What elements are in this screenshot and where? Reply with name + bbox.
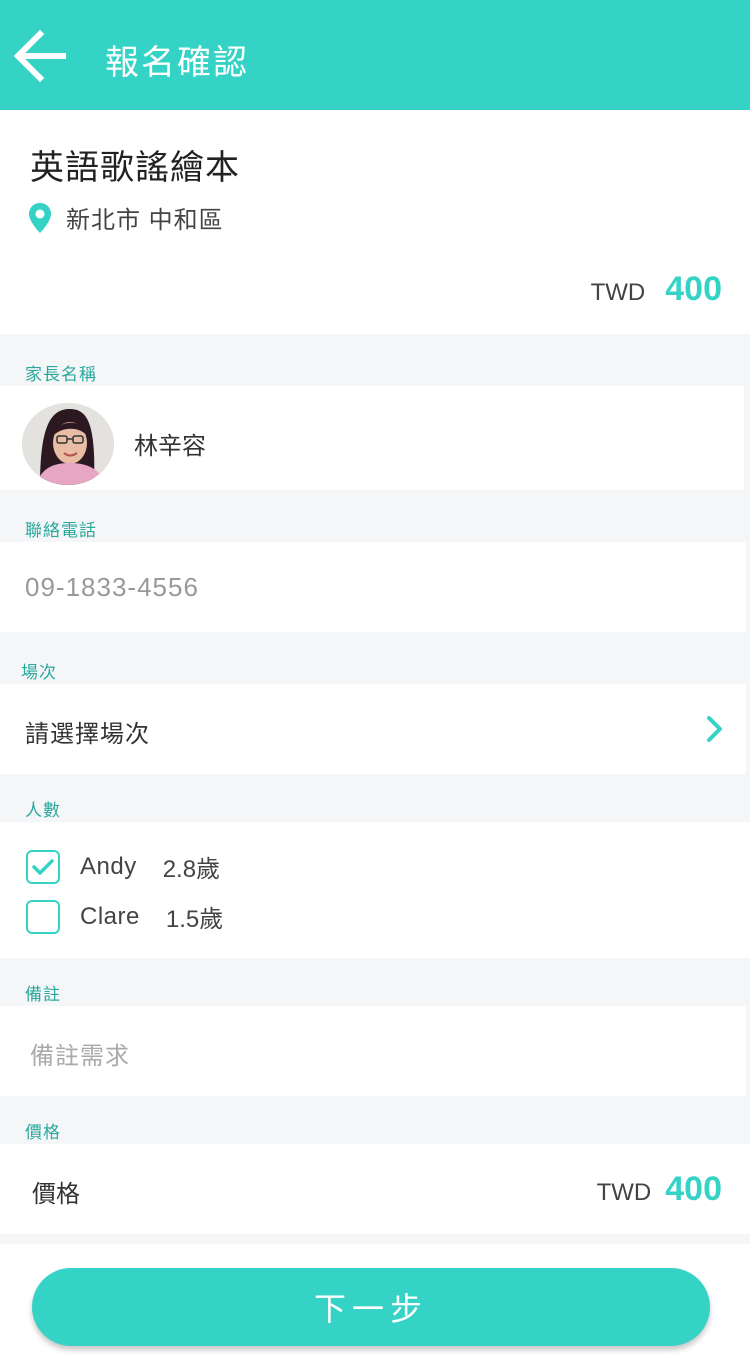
location-pin-icon [29, 202, 51, 233]
people-section-label: 人數 [25, 801, 61, 820]
page-title: 報名確認 [105, 44, 249, 82]
child-option-andy[interactable]: Andy 2.8歲 [26, 849, 220, 884]
avatar [22, 403, 114, 485]
child-option-clare[interactable]: Clare 1.5歲 [26, 899, 223, 934]
note-input[interactable]: 備註需求 [0, 1006, 746, 1096]
next-step-button[interactable]: 下一步 [32, 1268, 710, 1346]
parent-section-label: 家長名稱 [25, 365, 97, 384]
child-age: 1.5歲 [165, 906, 224, 933]
chevron-right-icon [707, 716, 722, 742]
session-section-label: 場次 [21, 663, 57, 682]
child-name: Andy [80, 852, 137, 880]
currency-label: TWD [596, 1179, 652, 1206]
back-button[interactable] [10, 27, 70, 85]
event-card: 英語歌謠繪本 新北市 中和區 TWD 400 [0, 110, 750, 334]
child-name: Clare [80, 902, 140, 930]
location-text: 新北市 中和區 [66, 207, 224, 234]
phone-value: 09-1833-4556 [25, 572, 199, 602]
next-step-label: 下一步 [313, 1291, 428, 1327]
checkbox-unchecked[interactable] [26, 899, 60, 934]
price-row-amount: TWD 400 [597, 1170, 722, 1209]
arrow-left-icon [13, 30, 66, 82]
session-placeholder: 請選擇場次 [25, 721, 150, 748]
registration-confirm-screen: 報名確認 英語歌謠繪本 新北市 中和區 TWD 400 家長名稱 林辛容 聯絡電… [0, 0, 750, 1358]
price-value: 400 [665, 1170, 722, 1208]
checkmark-icon [32, 858, 54, 875]
event-price: TWD 400 [591, 270, 722, 309]
phone-field[interactable]: 09-1833-4556 [0, 542, 746, 632]
event-location: 新北市 中和區 [28, 200, 224, 235]
event-title: 英語歌謠繪本 [30, 149, 240, 187]
price-value: 400 [665, 270, 722, 308]
children-list: Andy 2.8歲 Clare 1.5歲 [0, 822, 750, 958]
bottom-bar: 下一步 [0, 1244, 750, 1358]
session-select[interactable]: 請選擇場次 [0, 684, 746, 774]
price-section-label: 價格 [25, 1123, 61, 1142]
child-age: 2.8歲 [162, 856, 221, 883]
parent-row: 林辛容 [0, 386, 744, 490]
parent-name: 林辛容 [134, 433, 206, 460]
price-row-label: 價格 [32, 1181, 80, 1208]
price-summary-row: 價格 TWD 400 [0, 1144, 750, 1234]
phone-section-label: 聯絡電話 [25, 521, 97, 540]
currency-label: TWD [590, 279, 646, 306]
checkbox-checked[interactable] [26, 849, 60, 884]
top-bar: 報名確認 [0, 0, 750, 110]
note-section-label: 備註 [25, 985, 61, 1004]
note-placeholder: 備註需求 [30, 1043, 130, 1070]
